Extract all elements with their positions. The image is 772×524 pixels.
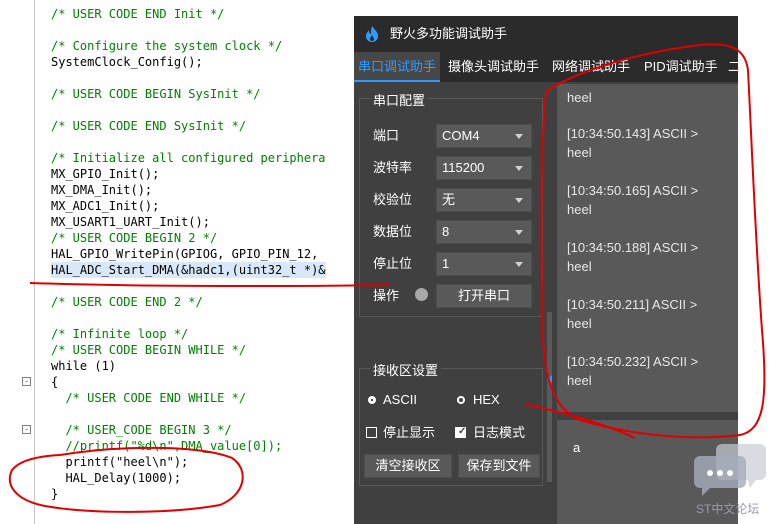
open-port-button[interactable]: 打开串口 (436, 284, 532, 308)
code-line: { (51, 375, 59, 389)
parity-label: 校验位 (373, 192, 413, 207)
serial-config-title: 串口配置 (370, 90, 429, 109)
chevron-down-icon (515, 230, 523, 235)
recv-msg-header: [10:34:50.232] ASCII > (567, 354, 699, 369)
chat-bubbles-icon (694, 444, 766, 496)
recv-msg-header: [10:34:50.211] ASCII > (567, 297, 698, 312)
log-mode-label: 日志模式 (473, 425, 526, 440)
recv-msg-header: [10:34:50.143] ASCII > (567, 126, 699, 141)
log-mode-checkbox[interactable]: ✓ (455, 426, 467, 438)
code-line: while (1) (51, 359, 117, 373)
tab-more[interactable]: 二 (724, 52, 738, 82)
code-line-highlighted: HAL_ADC_Start_DMA(&hadc1,(uint32_t *)& (51, 262, 326, 278)
port-value: COM4 (442, 128, 480, 143)
chevron-down-icon (515, 166, 523, 171)
code-line: SystemClock_Config(); (51, 55, 203, 69)
code-line: HAL_Delay(1000); (51, 471, 182, 485)
recv-settings-title: 接收区设置 (370, 360, 442, 379)
code-line: MX_DMA_Init(); (51, 183, 153, 197)
serial-assistant-window: 野火多功能调试助手 串口调试助手 摄像头调试助手 网络调试助手 PID调试助手 … (354, 16, 738, 524)
code-line: /* USER CODE BEGIN SysInit */ (51, 87, 261, 101)
recv-msg-text: heel (567, 145, 592, 160)
port-select[interactable]: COM4 (436, 124, 532, 148)
fold-marker[interactable]: - (22, 425, 31, 434)
baud-select[interactable]: 115200 (436, 156, 532, 180)
window-title: 野火多功能调试助手 (390, 26, 508, 41)
code-line: /* USER CODE BEGIN WHILE */ (51, 343, 247, 357)
databits-value: 8 (442, 224, 450, 239)
stopbits-select[interactable]: 1 (436, 252, 532, 276)
recv-msg-text: heel (567, 373, 592, 388)
watermark-text: ST中文论坛 (696, 502, 760, 516)
tab-serial[interactable]: 串口调试助手 (354, 52, 440, 82)
stop-display-checkbox[interactable] (366, 427, 377, 438)
code-line: /* USER CODE END 2 */ (51, 295, 203, 309)
code-line: /* Initialize all configured periphera (51, 151, 326, 165)
stop-display-label: 停止显示 (383, 425, 436, 440)
tab-bar: 串口调试助手 摄像头调试助手 网络调试助手 PID调试助手 二 (354, 52, 738, 82)
flame-logo-icon (366, 26, 378, 42)
code-lines: /* USER CODE END Init */ /* Configure th… (51, 6, 326, 502)
checkmark-icon: ✓ (458, 426, 467, 437)
recv-msg-text: heel (567, 259, 592, 274)
recv-partial-line: heel (567, 90, 592, 105)
code-line: MX_GPIO_Init(); (51, 167, 160, 181)
databits-label: 数据位 (373, 224, 413, 239)
ascii-label: ASCII (383, 392, 417, 407)
code-line: /* USER CODE BEGIN 2 */ (51, 231, 218, 245)
port-status-indicator (415, 288, 428, 301)
tab-network[interactable]: 网络调试助手 (548, 52, 636, 82)
tab-camera[interactable]: 摄像头调试助手 (444, 52, 544, 82)
recv-msg-header: [10:34:50.165] ASCII > (567, 183, 699, 198)
panel-scrollbar[interactable] (547, 312, 552, 482)
recv-msg-header: [10:34:50.188] ASCII > (567, 240, 699, 255)
parity-select[interactable]: 无 (436, 188, 532, 212)
recv-msg-text: heel (567, 316, 592, 331)
code-line: /* Configure the system clock */ (51, 39, 283, 53)
save-to-file-button[interactable]: 保存到文件 (458, 454, 540, 478)
fold-marker[interactable]: - (22, 377, 31, 386)
chevron-down-icon (515, 198, 523, 203)
collapse-arrow-icon[interactable] (547, 375, 552, 383)
title-bar[interactable]: 野火多功能调试助手 (354, 16, 738, 52)
chevron-down-icon (515, 134, 523, 139)
code-line: /* Infinite loop */ (51, 327, 189, 341)
code-line: /* USER CODE END WHILE */ (51, 391, 247, 405)
chevron-down-icon (515, 262, 523, 267)
settings-panel: 串口配置 端口 COM4 波特率 115200 校验位 无 数据位 8 停止位 … (354, 82, 554, 524)
recv-msg-text: heel (567, 202, 592, 217)
clear-recv-button[interactable]: 清空接收区 (364, 454, 452, 478)
code-line: /* USER CODE END Init */ (51, 7, 225, 21)
code-line: //printf("%d\n",DMA_value[0]); (51, 439, 283, 453)
code-line: printf("heel\n"); (51, 455, 189, 469)
ascii-radio[interactable] (368, 396, 376, 404)
hex-radio[interactable] (457, 396, 465, 404)
code-line: /* USER_CODE BEGIN 3 */ (51, 423, 232, 437)
receive-area[interactable]: heel [10:34:50.143] ASCII > heel [10:34:… (557, 84, 738, 412)
stopbits-label: 停止位 (373, 256, 413, 271)
send-input-text: a (573, 440, 581, 455)
parity-value: 无 (442, 192, 456, 207)
stopbits-value: 1 (442, 256, 450, 271)
code-line: HAL_GPIO_WritePin(GPIOG, GPIO_PIN_12, (51, 247, 319, 261)
baud-value: 115200 (442, 160, 485, 175)
editor-gutter (34, 0, 35, 524)
baud-label: 波特率 (373, 160, 413, 175)
port-label: 端口 (373, 128, 400, 143)
tab-pid[interactable]: PID调试助手 (640, 52, 722, 82)
code-line: } (51, 487, 59, 501)
hex-label: HEX (473, 392, 500, 407)
operate-label: 操作 (373, 288, 400, 303)
code-line: MX_USART1_UART_Init(); (51, 215, 210, 229)
code-line: MX_ADC1_Init(); (51, 199, 160, 213)
databits-select[interactable]: 8 (436, 220, 532, 244)
code-line: /* USER CODE END SysInit */ (51, 119, 247, 133)
